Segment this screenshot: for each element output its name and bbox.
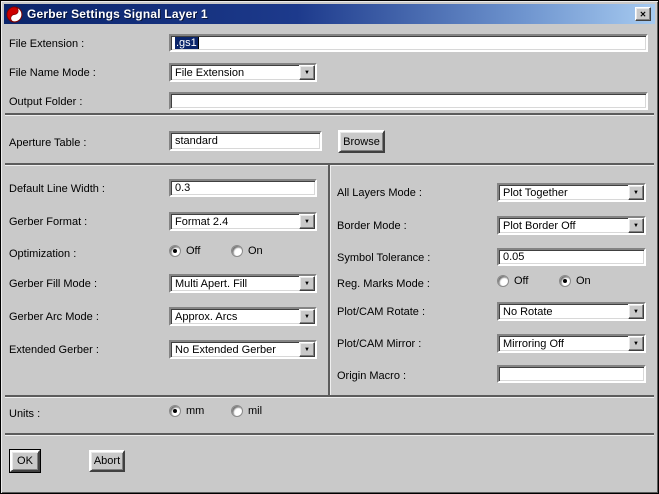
symbol-tolerance-value: 0.05: [503, 251, 524, 263]
all-layers-mode-label: All Layers Mode :: [337, 187, 422, 199]
gerber-fill-mode-label: Gerber Fill Mode :: [9, 278, 97, 290]
separator: [5, 395, 654, 398]
text-cursor: [198, 37, 199, 49]
plot-cam-rotate-label: Plot/CAM Rotate :: [337, 306, 425, 318]
radio-icon[interactable]: [497, 275, 509, 287]
chevron-down-icon[interactable]: ▼: [628, 336, 644, 351]
radio-label: On: [248, 245, 263, 257]
output-folder-label: Output Folder :: [9, 96, 82, 108]
symbol-tolerance-label: Symbol Tolerance :: [337, 252, 430, 264]
gerber-fill-mode-value: Multi Apert. Fill: [171, 278, 299, 290]
extended-gerber-value: No Extended Gerber: [171, 344, 299, 356]
plot-cam-rotate-select[interactable]: No Rotate ▼: [497, 302, 646, 321]
radio-label: mil: [248, 405, 262, 417]
radio-icon[interactable]: [231, 245, 243, 257]
optimization-label: Optimization :: [9, 248, 76, 260]
aperture-table-input[interactable]: standard: [169, 131, 322, 151]
file-extension-value: .gs1: [175, 37, 198, 49]
radio-label: On: [576, 275, 591, 287]
close-icon[interactable]: ✕: [635, 7, 651, 21]
symbol-tolerance-input[interactable]: 0.05: [497, 248, 646, 266]
chevron-down-icon[interactable]: ▼: [628, 218, 644, 233]
radio-icon[interactable]: [169, 245, 181, 257]
separator: [5, 433, 654, 436]
gerber-format-select[interactable]: Format 2.4 ▼: [169, 212, 317, 231]
plot-cam-mirror-value: Mirroring Off: [499, 338, 628, 350]
border-mode-select[interactable]: Plot Border Off ▼: [497, 216, 646, 235]
default-line-width-value: 0.3: [175, 182, 190, 194]
gerber-arc-mode-value: Approx. Arcs: [171, 311, 299, 323]
output-folder-input[interactable]: [169, 92, 648, 110]
window-title: Gerber Settings Signal Layer 1: [27, 7, 635, 21]
extended-gerber-select[interactable]: No Extended Gerber ▼: [169, 340, 317, 359]
file-name-mode-label: File Name Mode :: [9, 67, 96, 79]
column-divider: [328, 165, 331, 395]
reg-marks-radio-on[interactable]: On: [559, 275, 591, 287]
plot-cam-mirror-label: Plot/CAM Mirror :: [337, 338, 421, 350]
gerber-format-label: Gerber Format :: [9, 216, 87, 228]
abort-button[interactable]: Abort: [89, 450, 125, 472]
file-name-mode-value: File Extension: [171, 67, 299, 79]
plot-cam-rotate-value: No Rotate: [499, 306, 628, 318]
app-logo-icon: [6, 6, 23, 23]
radio-icon[interactable]: [559, 275, 571, 287]
aperture-table-value: standard: [175, 135, 218, 147]
radio-label: mm: [186, 405, 204, 417]
chevron-down-icon[interactable]: ▼: [299, 309, 315, 324]
units-label: Units :: [9, 408, 40, 420]
aperture-table-label: Aperture Table :: [9, 137, 86, 149]
file-extension-label: File Extension :: [9, 38, 84, 50]
extended-gerber-label: Extended Gerber :: [9, 344, 99, 356]
gerber-format-value: Format 2.4: [171, 216, 299, 228]
radio-icon[interactable]: [231, 405, 243, 417]
border-mode-label: Border Mode :: [337, 220, 407, 232]
reg-marks-mode-label: Reg. Marks Mode :: [337, 278, 430, 290]
title-bar[interactable]: Gerber Settings Signal Layer 1 ✕: [4, 4, 655, 24]
radio-label: Off: [186, 245, 200, 257]
origin-macro-input[interactable]: [497, 365, 646, 383]
chevron-down-icon[interactable]: ▼: [299, 65, 315, 80]
separator: [5, 113, 654, 116]
optimization-radio-on[interactable]: On: [231, 245, 263, 257]
ok-button[interactable]: OK: [10, 450, 40, 472]
all-layers-mode-value: Plot Together: [499, 187, 628, 199]
browse-button[interactable]: Browse: [338, 130, 385, 153]
chevron-down-icon[interactable]: ▼: [628, 304, 644, 319]
units-radio-mil[interactable]: mil: [231, 405, 262, 417]
radio-icon[interactable]: [169, 405, 181, 417]
gerber-arc-mode-label: Gerber Arc Mode :: [9, 311, 99, 323]
default-line-width-label: Default Line Width :: [9, 183, 105, 195]
reg-marks-radio-off[interactable]: Off: [497, 275, 528, 287]
plot-cam-mirror-select[interactable]: Mirroring Off ▼: [497, 334, 646, 353]
gerber-arc-mode-select[interactable]: Approx. Arcs ▼: [169, 307, 317, 326]
chevron-down-icon[interactable]: ▼: [299, 214, 315, 229]
units-radio-mm[interactable]: mm: [169, 405, 204, 417]
border-mode-value: Plot Border Off: [499, 220, 628, 232]
chevron-down-icon[interactable]: ▼: [299, 342, 315, 357]
gerber-fill-mode-select[interactable]: Multi Apert. Fill ▼: [169, 274, 317, 293]
default-line-width-input[interactable]: 0.3: [169, 179, 317, 197]
chevron-down-icon[interactable]: ▼: [628, 185, 644, 200]
file-extension-input[interactable]: .gs1: [169, 34, 648, 52]
all-layers-mode-select[interactable]: Plot Together ▼: [497, 183, 646, 202]
radio-label: Off: [514, 275, 528, 287]
optimization-radio-off[interactable]: Off: [169, 245, 200, 257]
chevron-down-icon[interactable]: ▼: [299, 276, 315, 291]
gerber-settings-dialog: Gerber Settings Signal Layer 1 ✕ File Ex…: [0, 0, 659, 494]
origin-macro-label: Origin Macro :: [337, 370, 406, 382]
file-name-mode-select[interactable]: File Extension ▼: [169, 63, 317, 82]
